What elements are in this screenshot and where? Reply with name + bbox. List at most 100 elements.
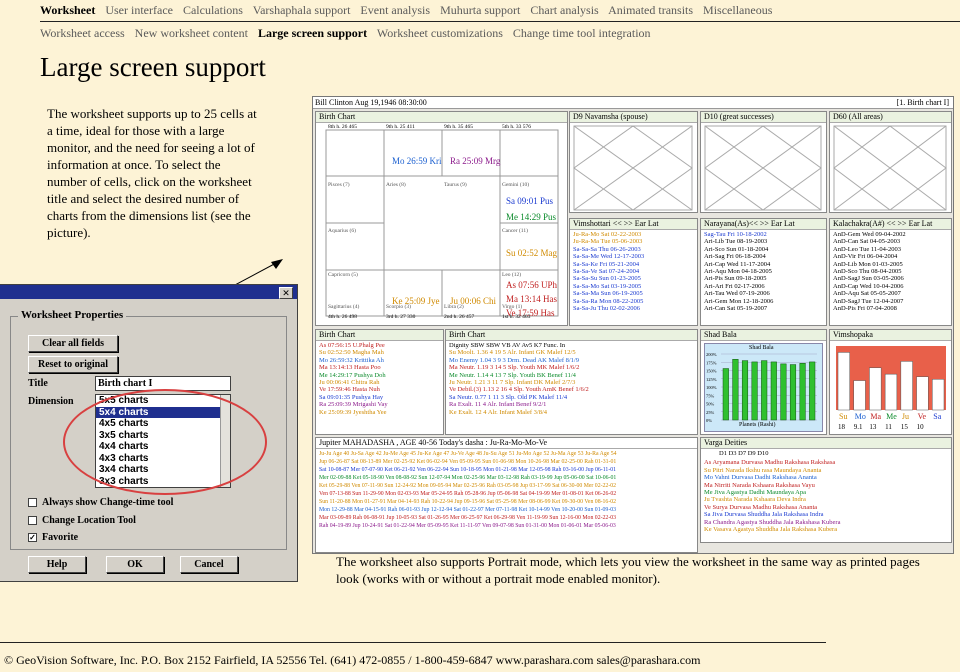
birth-chart-cell-text: Leo (12) xyxy=(502,272,522,278)
kalachakra-row: AnD-Cap Wed 10-04-2006 xyxy=(833,282,904,290)
sub-nav: Worksheet access New worksheet content L… xyxy=(40,26,658,41)
shad-bala-bar xyxy=(809,361,816,421)
vimshopaka-planet-label: Ve xyxy=(918,412,927,421)
narayana-row: Ari-Sco Sun 01-18-2004 xyxy=(704,245,769,253)
cancel-button[interactable]: Cancel xyxy=(180,556,238,573)
vimshottari-row: Sa-Sa-Ra Mon 08-22-2005 xyxy=(573,297,644,305)
kalachakra-panel[interactable]: Kalachakra(A#) << >> Ear Lat AnD-Gem Wed… xyxy=(829,218,952,326)
panel-title: Shad Bala xyxy=(701,330,826,341)
kalachakra-row: AnD-Vir Fri 06-04-2004 xyxy=(833,253,898,261)
shad-bala-panel[interactable]: Shad Bala Shad Bala Planets (Rashi) 200%… xyxy=(700,329,827,435)
birth-chart-dignity-panel[interactable]: Birth Chart Dignity SBW SBW VB AV Av5 K7… xyxy=(445,329,698,435)
narayana-row: Ari-Pis Sun 09-18-2005 xyxy=(704,275,767,283)
nav-item-animated-transits[interactable]: Animated transits xyxy=(608,3,693,17)
position-row: Me 14:29:17 Pushya Doh xyxy=(319,371,386,379)
birth-chart-cell-text: 2nd h. 26 457 xyxy=(444,314,475,320)
vimshottari-row: Sa-Sa-Me Wed 12-17-2003 xyxy=(573,253,645,261)
d9-chart-panel[interactable]: D9 Navamsha (spouse) xyxy=(569,111,698,213)
shad-bala-bar xyxy=(761,360,768,421)
position-row: Ju 00:06:41 Chitra Rah xyxy=(319,379,380,387)
y-tick-label: 125% xyxy=(706,377,717,382)
subnav-worksheet-access[interactable]: Worksheet access xyxy=(40,26,125,40)
nav-item-calculations[interactable]: Calculations xyxy=(183,3,243,17)
d10-chart-panel[interactable]: D10 (great successes) xyxy=(700,111,827,213)
narayana-row: Ari-Ari Fri 02-17-2006 xyxy=(704,282,765,290)
vimshopaka-value-label: 11 xyxy=(885,423,892,431)
birth-chart-cell-text: 9th h. 25 411 xyxy=(386,124,415,130)
narayana-panel[interactable]: Narayana(As)<< >> Ear Lat Sag-Tau Fri 10… xyxy=(700,218,827,326)
birth-chart-cell-text: 4th h. 26 498 xyxy=(328,314,358,320)
nav-divider xyxy=(40,21,960,22)
vimshottari-row: Sa-Sa-Ju Thu 02-02-2006 xyxy=(573,305,641,313)
nav-item-user-interface[interactable]: User interface xyxy=(105,3,173,17)
shad-bala-bar xyxy=(741,360,749,421)
dignity-row: Dignity SBW SBW VB AV Av5 K7 Func. In xyxy=(449,342,566,349)
vimshottari-row: Ju-Ra-Mo Sat 02-22-2003 xyxy=(573,231,642,238)
birth-chart-cell-text: 9th h. 35 465 xyxy=(444,124,474,130)
panel-title: Vimshottari << >> Ear Lat xyxy=(570,219,697,230)
subnav-new-worksheet-content[interactable]: New worksheet content xyxy=(135,26,248,40)
footer-text: © GeoVision Software, Inc. P.O. Box 2152… xyxy=(4,653,701,667)
worksheet-header: Bill Clinton Aug 19,1946 08:30:00 [1. Bir… xyxy=(313,97,953,109)
mahadasha-row: Mon 12-29-88 Mar 04-15-91 Rah 06-01-93 J… xyxy=(319,507,617,513)
panel-title: Birth Chart xyxy=(446,330,697,341)
position-row: Su 02:52:50 Magha Mah xyxy=(319,349,384,357)
y-tick-label: 200% xyxy=(706,352,717,357)
nav-item-miscellaneous[interactable]: Miscellaneous xyxy=(703,3,772,17)
close-icon[interactable]: ✕ xyxy=(279,287,293,299)
mahadasha-row: Sun 11-20-88 Mon 01-27-91 Mar 04-14-93 R… xyxy=(319,499,617,505)
vimshopaka-bar xyxy=(869,367,882,411)
vimshopaka-planet-label: Mo xyxy=(855,412,866,421)
d9-diamond xyxy=(573,125,693,211)
vimshopaka-bar xyxy=(853,380,866,411)
mahadasha-panel[interactable]: Jupiter MAHADASHA , AGE 40-56 Today's da… xyxy=(315,437,698,553)
nav-item-event-analysis[interactable]: Event analysis xyxy=(360,3,430,17)
main-nav: Worksheet User interface Calculations Va… xyxy=(40,3,779,18)
dignity-row: Ma Neutr. 1.19 3 14 5 Slp. Youth MK Male… xyxy=(449,364,580,372)
vimshopaka-bar xyxy=(900,361,913,411)
subnav-worksheet-customizations[interactable]: Worksheet customizations xyxy=(377,26,503,40)
varga-row: Me Jiva Agastya Dadhi Maundaya Apa xyxy=(704,489,806,497)
nav-item-worksheet[interactable]: Worksheet xyxy=(40,3,95,17)
kalachakra-row: AnD-SagJ Tue 12-04-2007 xyxy=(833,297,904,305)
change-location-tool-checkbox[interactable]: Change Location Tool xyxy=(28,515,136,526)
dignity-row: Me Neutr. 1.14 4 13 7 Slp. Youth BK Bene… xyxy=(449,371,576,379)
shad-bala-bar xyxy=(789,364,797,421)
highlight-ellipse xyxy=(63,389,267,495)
nav-item-varshaphala[interactable]: Varshaphala support xyxy=(253,3,351,17)
clear-all-fields-button[interactable]: Clear all fields xyxy=(28,335,118,352)
varga-row: Ra Chandra Agastya Shuddha Jala Rakshasa… xyxy=(704,518,841,526)
favorite-checkbox[interactable]: ✓ Favorite xyxy=(28,532,78,543)
subnav-change-time-tool[interactable]: Change time tool integration xyxy=(513,26,651,40)
shad-bala-bar xyxy=(732,359,739,421)
help-button[interactable]: Help xyxy=(28,556,86,573)
mahadasha-row: Mar 03-09-89 Rah 06-08-91 Jup 10-05-93 S… xyxy=(319,515,617,521)
vimshottari-panel[interactable]: Vimshottari << >> Ear Lat Ju-Ra-Mo Sat 0… xyxy=(569,218,698,326)
d60-chart-panel[interactable]: D60 (All areas) xyxy=(829,111,952,213)
vimshopaka-bar xyxy=(837,352,850,411)
birth-chart-cell-text: Sa 09:01 Pus xyxy=(506,196,554,206)
subnav-large-screen-support[interactable]: Large screen support xyxy=(258,26,367,40)
birth-chart-cell-text: 3rd h. 27 330 xyxy=(386,314,416,320)
position-row: Ma 13:14:13 Hasta Poo xyxy=(319,364,381,372)
narayana-row: Ari-Sag Fri 06-18-2004 xyxy=(704,253,766,261)
varga-row: Ve Surya Durvasa Madhu Rakshasa Ananta xyxy=(704,503,818,511)
always-show-change-time-checkbox[interactable]: Always show Change-time tool xyxy=(28,497,173,508)
title-label: Title xyxy=(28,378,48,389)
nav-item-chart-analysis[interactable]: Chart analysis xyxy=(530,3,598,17)
shad-bala-bar xyxy=(722,368,729,421)
vimshopaka-value-label: 15 xyxy=(901,423,909,431)
varga-deities-panel[interactable]: Varga Deities D1 D3 D7 D9 D10 As Aryaman… xyxy=(700,437,952,543)
ok-button[interactable]: OK xyxy=(106,556,164,573)
reset-to-original-button[interactable]: Reset to original xyxy=(28,356,118,373)
vimshopaka-value-label: 9.1 xyxy=(854,423,863,431)
birth-chart-cell-text: Pisces (7) xyxy=(328,182,350,188)
varga-row: Sa Jiva Durvasa Shuddha Jala Rakshasa In… xyxy=(704,511,824,519)
birth-chart-panel[interactable]: Birth Chart 8th h. 26 465 9th h. 25 411 9t… xyxy=(315,111,568,326)
birth-chart-positions-panel[interactable]: Birth Chart As 07:56:15 U.Phalg Pee Su 02… xyxy=(315,329,444,435)
vimshottari-row: Ju-Ra-Ma Tue 05-06-2003 xyxy=(573,238,643,246)
vimshottari-row: Sa-Sa-Su Sun 01-23-2005 xyxy=(573,275,641,283)
nav-item-muhurta[interactable]: Muhurta support xyxy=(440,3,520,17)
panel-title: D10 (great successes) xyxy=(701,112,826,123)
vimshopaka-panel[interactable]: Vimshopaka Su Mo Ma Me Ju Ve Sa 18 9.1 13 11 15 10 xyxy=(829,329,952,435)
